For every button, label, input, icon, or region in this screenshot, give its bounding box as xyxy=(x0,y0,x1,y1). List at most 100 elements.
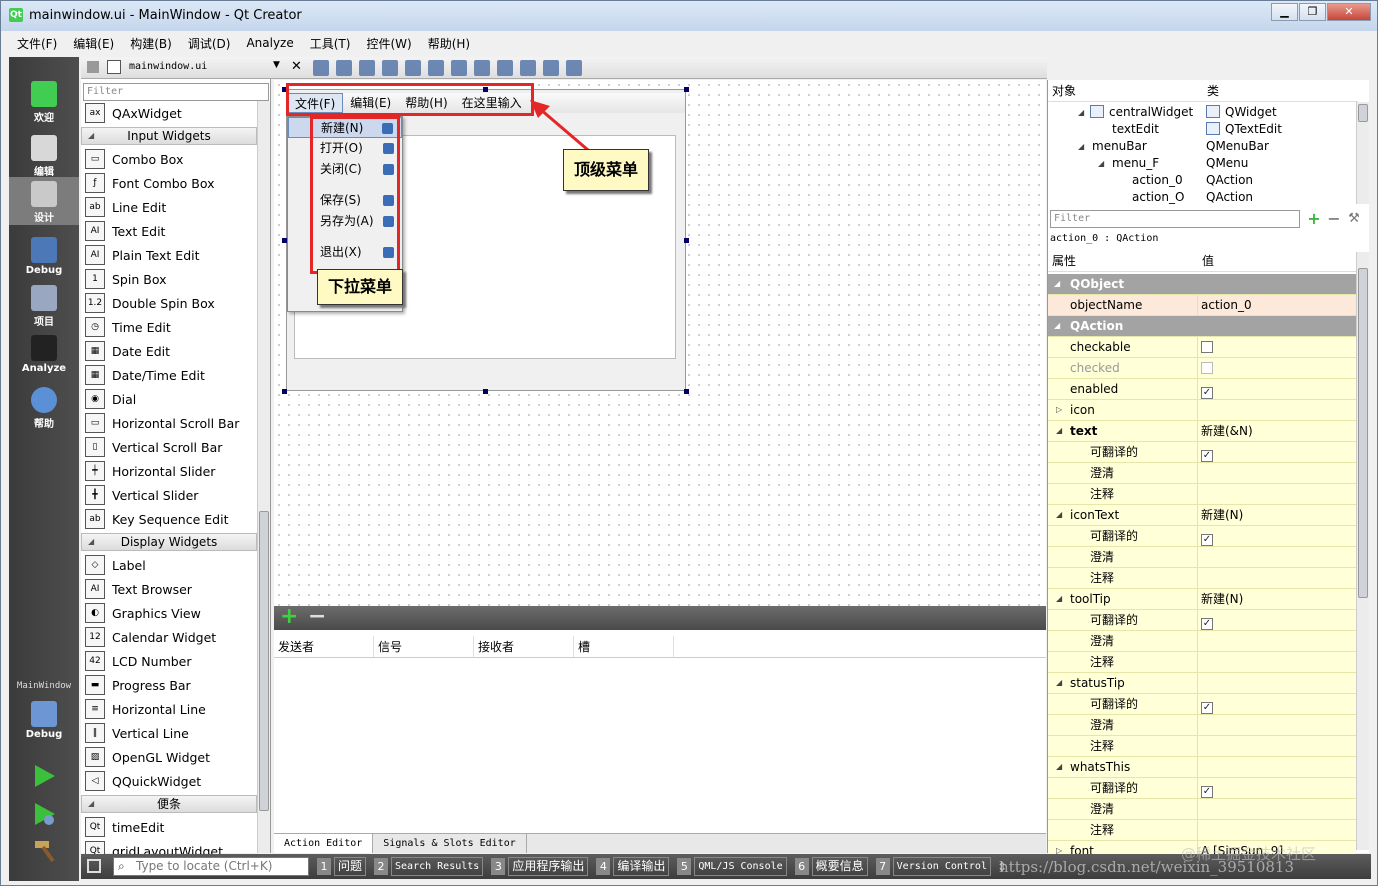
property-value[interactable] xyxy=(1198,736,1356,756)
resize-handle[interactable] xyxy=(684,87,689,92)
editor-tab[interactable]: Signals & Slots Editor xyxy=(373,834,527,853)
property-row[interactable]: ◢ statusTip xyxy=(1048,673,1356,694)
file-dropdown-arrow-icon[interactable]: ▼ xyxy=(273,60,280,70)
property-value[interactable]: ✓ xyxy=(1198,610,1356,630)
property-row[interactable]: 澄清 xyxy=(1048,799,1356,820)
edit-buddies-icon[interactable] xyxy=(359,60,375,76)
object-tree-row[interactable]: action_0 QAction xyxy=(1048,172,1358,189)
property-value[interactable]: ✓ xyxy=(1198,379,1356,399)
widget-item[interactable]: Qt timeEdit xyxy=(81,815,257,839)
widget-item[interactable]: ab Key Sequence Edit xyxy=(81,507,257,531)
widget-box-scrollbar[interactable] xyxy=(257,101,270,853)
toggle-sidebar-icon[interactable] xyxy=(87,859,101,873)
property-value[interactable]: 新建(&N) xyxy=(1198,421,1356,441)
checkbox[interactable]: ✓ xyxy=(1201,786,1213,798)
property-row[interactable]: 澄清 xyxy=(1048,631,1356,652)
resize-handle[interactable] xyxy=(684,389,689,394)
property-row[interactable]: 可翻译的 ✓ xyxy=(1048,694,1356,715)
checkbox[interactable] xyxy=(1201,341,1213,353)
property-row[interactable]: ◢ text 新建(&N) xyxy=(1048,421,1356,442)
break-layout-icon[interactable] xyxy=(543,60,559,76)
checkbox[interactable]: ✓ xyxy=(1201,702,1213,714)
property-value[interactable] xyxy=(1198,652,1356,672)
widget-item[interactable]: AI Text Edit xyxy=(81,219,257,243)
widget-item[interactable]: ◷ Time Edit xyxy=(81,315,257,339)
widget-item[interactable]: ▦ Date/Time Edit xyxy=(81,363,257,387)
property-value[interactable]: ✓ xyxy=(1198,694,1356,714)
mode-编辑[interactable]: 编辑 xyxy=(9,131,79,179)
property-value[interactable] xyxy=(1198,400,1356,420)
expand-toggle-icon[interactable]: ◢ xyxy=(1056,505,1062,525)
widget-item[interactable]: ▯ Vertical Scroll Bar xyxy=(81,435,257,459)
scrollbar-thumb[interactable] xyxy=(259,511,269,811)
widget-item[interactable]: ▬ Progress Bar xyxy=(81,673,257,697)
expand-toggle-icon[interactable]: ◢ xyxy=(1054,274,1060,294)
property-value[interactable] xyxy=(1198,820,1356,840)
checkbox[interactable] xyxy=(1201,362,1213,374)
checkbox[interactable]: ✓ xyxy=(1201,534,1213,546)
checkbox[interactable]: ✓ xyxy=(1201,450,1213,462)
mode-Debug[interactable]: Debug xyxy=(9,233,79,281)
edit-tab-order-icon[interactable] xyxy=(382,60,398,76)
property-value[interactable]: ✓ xyxy=(1198,526,1356,546)
property-value[interactable]: ✓ xyxy=(1198,778,1356,798)
widget-category[interactable]: Display Widgets xyxy=(81,533,257,551)
property-value[interactable] xyxy=(1198,757,1356,777)
object-tree-row[interactable]: ◢ centralWidget QWidget xyxy=(1048,104,1358,121)
expand-toggle-icon[interactable]: ◢ xyxy=(1056,589,1062,609)
property-row[interactable]: checked xyxy=(1048,358,1356,379)
widget-category[interactable]: Input Widgets xyxy=(81,127,257,145)
property-value[interactable] xyxy=(1198,568,1356,588)
mode-帮助[interactable]: 帮助 xyxy=(9,383,79,431)
property-row[interactable]: 注释 xyxy=(1048,820,1356,841)
property-value[interactable] xyxy=(1198,547,1356,567)
close-document-icon[interactable]: ✕ xyxy=(291,59,302,74)
build-hammer-icon[interactable] xyxy=(31,837,57,863)
property-row[interactable]: ◢ toolTip 新建(N) xyxy=(1048,589,1356,610)
property-row[interactable]: ◢ QAction xyxy=(1048,316,1356,337)
widget-item[interactable]: ╋ Vertical Slider xyxy=(81,483,257,507)
expand-toggle-icon[interactable]: ◢ xyxy=(1054,316,1060,336)
connection-column-header[interactable]: 发送者 xyxy=(274,636,374,657)
maximize-icon[interactable]: ❐ xyxy=(1299,3,1326,21)
widget-category[interactable]: 便条 xyxy=(81,795,257,813)
menu-item[interactable]: 调试(D) xyxy=(180,35,239,52)
widget-item[interactable]: ▭ Horizontal Scroll Bar xyxy=(81,411,257,435)
property-filter-input[interactable]: Filter xyxy=(1050,210,1300,228)
menu-item[interactable]: 帮助(H) xyxy=(420,35,478,52)
adjust-size-icon[interactable] xyxy=(566,60,582,76)
widget-item[interactable]: ‖ Vertical Line xyxy=(81,721,257,745)
mode-Analyze[interactable]: Analyze xyxy=(9,331,79,379)
output-pane-button[interactable]: 7 Version Control xyxy=(875,857,991,876)
minimize-icon[interactable]: ▁ xyxy=(1271,3,1298,21)
expand-toggle-icon[interactable]: ◢ xyxy=(1056,673,1062,693)
widget-item[interactable]: ◇ Label xyxy=(81,553,257,577)
edit-widgets-icon[interactable] xyxy=(313,60,329,76)
object-tree-scrollbar[interactable] xyxy=(1356,102,1369,204)
widget-item[interactable]: 1.2 Double Spin Box xyxy=(81,291,257,315)
property-row[interactable]: ◢ iconText 新建(N) xyxy=(1048,505,1356,526)
property-value[interactable] xyxy=(1198,358,1356,378)
widget-item[interactable]: ◁ QQuickWidget xyxy=(81,769,257,793)
expand-toggle-icon[interactable]: ◢ xyxy=(1078,104,1084,121)
object-tree-row[interactable]: textEdit QTextEdit xyxy=(1048,121,1358,138)
layout-grid-icon[interactable] xyxy=(520,60,536,76)
object-tree-row[interactable]: action_O QAction xyxy=(1048,189,1358,206)
expand-toggle-icon[interactable]: ◢ xyxy=(1098,155,1104,172)
property-row[interactable]: 注释 xyxy=(1048,652,1356,673)
property-row[interactable]: ◢ whatsThis xyxy=(1048,757,1356,778)
scrollbar-thumb[interactable] xyxy=(1358,268,1368,598)
layout-horizontal-icon[interactable] xyxy=(405,60,421,76)
property-scrollbar[interactable] xyxy=(1356,252,1369,850)
property-value[interactable]: 新建(N) xyxy=(1198,589,1356,609)
widget-item[interactable]: ┿ Horizontal Slider xyxy=(81,459,257,483)
widget-item[interactable]: ab Line Edit xyxy=(81,195,257,219)
widget-filter-input[interactable]: Filter xyxy=(83,83,269,101)
property-value[interactable] xyxy=(1198,673,1356,693)
property-value[interactable] xyxy=(1198,631,1356,651)
object-tree-row[interactable]: ◢ menu_F QMenu xyxy=(1048,155,1358,172)
output-pane-button[interactable]: 4 编译输出 xyxy=(596,857,670,876)
widget-item[interactable]: AI Plain Text Edit xyxy=(81,243,257,267)
edit-signals-icon[interactable] xyxy=(336,60,352,76)
add-property-icon[interactable]: + xyxy=(1304,210,1324,228)
